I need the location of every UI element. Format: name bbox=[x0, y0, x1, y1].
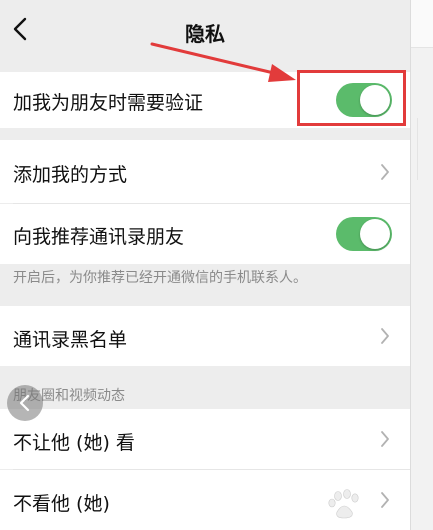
row-add-methods-label: 添加我的方式 bbox=[13, 164, 128, 186]
row-dont-let-see-label: 不让他 (她) 看 bbox=[13, 432, 135, 454]
watermark-logo bbox=[294, 486, 404, 526]
baidu-paw-icon bbox=[328, 489, 359, 519]
chevron-right-icon bbox=[381, 431, 389, 447]
row-blacklist[interactable]: 通讯录黑名单 bbox=[0, 306, 410, 366]
row-blacklist-label: 通讯录黑名单 bbox=[13, 329, 128, 351]
recommend-note: 开启后，为你推荐已经开通微信的手机联系人。 bbox=[13, 270, 307, 286]
row-dont-see-label: 不看他 (她) bbox=[13, 493, 110, 515]
row-recommend-contacts: 向我推荐通讯录朋友 bbox=[0, 204, 410, 264]
adjacent-window-strip bbox=[410, 0, 433, 530]
chevron-right-icon bbox=[381, 164, 389, 180]
row-dont-let-see[interactable]: 不让他 (她) 看 bbox=[0, 409, 410, 469]
adjacent-window-divider bbox=[417, 118, 418, 180]
row-verify-friend-label: 加我为朋友时需要验证 bbox=[13, 92, 204, 114]
chevron-left-icon bbox=[19, 394, 30, 412]
annotation-highlight-box bbox=[297, 70, 406, 126]
annotation-arrow bbox=[150, 42, 296, 82]
row-add-methods[interactable]: 添加我的方式 bbox=[0, 140, 410, 203]
privacy-settings-screen: 隐私 加我为朋友时需要验证 添加我的方式 向我推荐通讯录朋友 开启后，为你推荐已… bbox=[0, 0, 410, 530]
toggle-recommend-contacts[interactable] bbox=[336, 217, 392, 251]
floating-back-button[interactable] bbox=[7, 385, 43, 421]
chevron-right-icon bbox=[381, 328, 389, 344]
row-recommend-contacts-label: 向我推荐通讯录朋友 bbox=[13, 226, 185, 248]
toggle-knob bbox=[360, 219, 390, 249]
adjacent-window-header bbox=[411, 0, 433, 48]
